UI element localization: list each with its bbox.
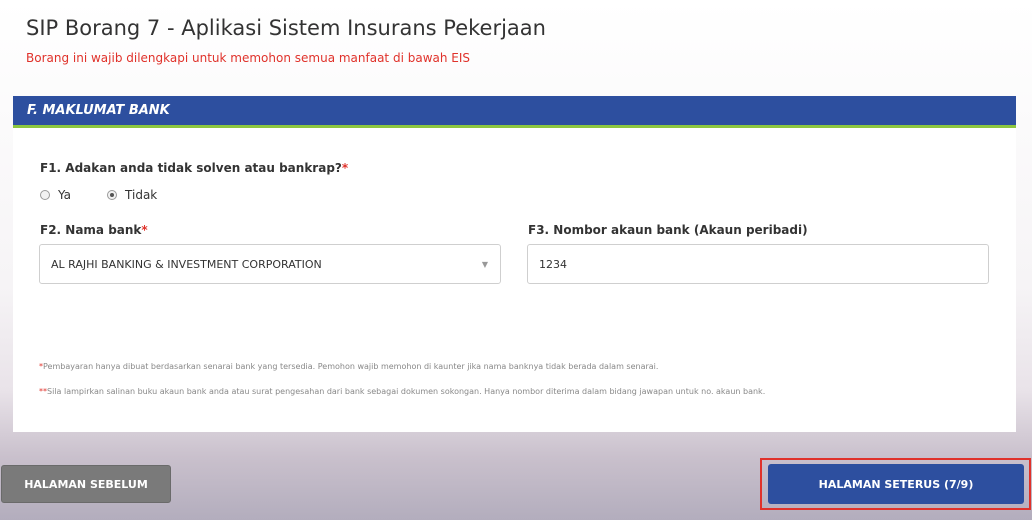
f1-required-mark: * <box>341 161 349 175</box>
section-title: F. MAKLUMAT BANK <box>27 103 170 118</box>
radio-option-tidak[interactable]: Tidak <box>107 188 157 202</box>
note-2-star: ** <box>39 387 47 396</box>
note-supporting-document: **Sila lampirkan salinan buku akaun bank… <box>39 387 765 396</box>
previous-page-button[interactable]: HALAMAN SEBELUM <box>1 465 171 503</box>
note-bank-list: *Pembayaran hanya dibuat berdasarkan sen… <box>39 362 658 371</box>
note-1-text: Pembayaran hanya dibuat berdasarkan sena… <box>43 362 659 371</box>
section-header: F. MAKLUMAT BANK <box>13 96 1016 128</box>
radio-ya-label: Ya <box>58 188 72 202</box>
radio-ya-icon[interactable] <box>40 190 50 200</box>
f1-label-text: F1. Adakan anda tidak solven atau bankra… <box>40 161 342 175</box>
next-page-button[interactable]: HALAMAN SETERUS (7/9) <box>768 464 1024 504</box>
chevron-down-icon: ▼ <box>481 260 488 269</box>
note-2-text: Sila lampirkan salinan buku akaun bank a… <box>47 387 766 396</box>
page-title: SIP Borang 7 - Aplikasi Sistem Insurans … <box>26 16 546 40</box>
f2-question-label: F2. Nama bank* <box>40 223 148 237</box>
account-number-input[interactable] <box>527 244 989 284</box>
page-subtitle: Borang ini wajib dilengkapi untuk memoho… <box>26 51 471 65</box>
f2-label-text: F2. Nama bank <box>40 223 142 237</box>
bank-name-selected-value: AL RAJHI BANKING & INVESTMENT CORPORATIO… <box>51 257 322 271</box>
f1-radio-group: Ya Tidak <box>40 188 193 202</box>
f2-required-mark: * <box>141 223 148 237</box>
radio-tidak-label: Tidak <box>125 188 158 202</box>
bank-name-select[interactable]: AL RAJHI BANKING & INVESTMENT CORPORATIO… <box>39 244 501 284</box>
radio-option-ya[interactable]: Ya <box>40 188 71 202</box>
radio-tidak-icon[interactable] <box>107 190 118 200</box>
bank-info-card: F. MAKLUMAT BANK F1. Adakan anda tidak s… <box>13 96 1016 432</box>
f1-question-label: F1. Adakan anda tidak solven atau bankra… <box>40 161 348 175</box>
f3-question-label: F3. Nombor akaun bank (Akaun peribadi) <box>528 223 808 237</box>
